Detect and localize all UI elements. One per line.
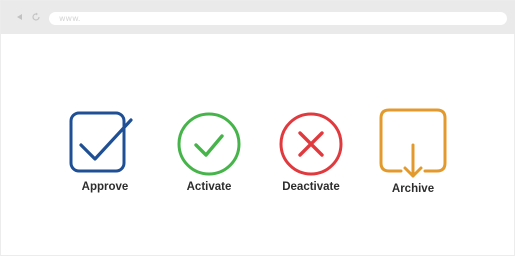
browser-toolbar: www. bbox=[1, 1, 515, 34]
activate-button[interactable]: Activate bbox=[164, 107, 254, 207]
activate-label: Activate bbox=[186, 181, 232, 193]
address-bar[interactable]: www. bbox=[49, 12, 507, 25]
approve-label: Approve bbox=[81, 181, 129, 193]
deactivate-button[interactable]: Deactivate bbox=[266, 107, 356, 207]
archive-label: Archive bbox=[391, 183, 435, 195]
back-arrow-icon[interactable] bbox=[17, 14, 22, 20]
approve-button[interactable]: Approve bbox=[61, 107, 151, 207]
browser-window: www. Approve Activate Deactivate Archive bbox=[0, 0, 515, 256]
address-placeholder: www. bbox=[59, 14, 81, 23]
x-circle-icon bbox=[279, 112, 343, 176]
archive-button[interactable]: Archive bbox=[368, 107, 458, 207]
checkbox-icon bbox=[69, 111, 133, 173]
reload-icon[interactable] bbox=[31, 12, 41, 22]
download-box-icon bbox=[379, 108, 447, 178]
check-circle-icon bbox=[177, 112, 241, 176]
deactivate-label: Deactivate bbox=[282, 181, 340, 193]
